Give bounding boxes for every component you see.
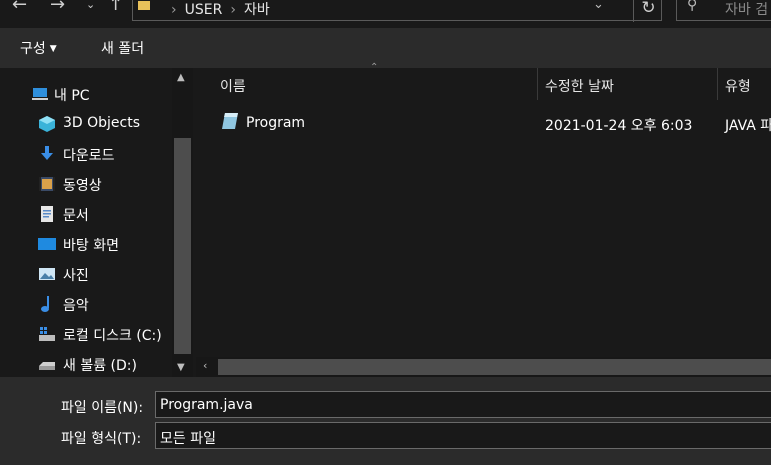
scroll-down-icon[interactable]: ▼ xyxy=(177,362,185,373)
sidebar-item-label: 사진 xyxy=(63,268,89,284)
sidebar-item-label: 문서 xyxy=(63,208,89,224)
caret-down-icon: ▼ xyxy=(49,44,57,54)
sidebar-item-label: 3D Objects xyxy=(63,115,141,131)
filename-label: 파일 이름(N): xyxy=(61,400,144,416)
filetype-select[interactable]: 모든 파일 xyxy=(155,422,771,449)
video-icon xyxy=(39,177,55,191)
file-date-modified: 2021-01-24 오후 6:03 xyxy=(545,118,693,134)
column-divider[interactable] xyxy=(717,68,718,100)
sidebar-item-new-volume-d[interactable]: 새 볼륨 (D:) xyxy=(0,350,172,378)
organize-button[interactable]: 구성 ▼ xyxy=(20,38,57,58)
file-type: JAVA 파 xyxy=(725,118,771,134)
scrollbar-thumb[interactable] xyxy=(174,138,191,354)
sidebar-item-label: 새 볼륨 (D:) xyxy=(63,358,137,374)
horizontal-scrollbar[interactable]: ‹ xyxy=(196,357,771,377)
pc-icon xyxy=(32,88,48,100)
sidebar-item-label: 음악 xyxy=(63,298,89,314)
address-dropdown-chevron-down-icon[interactable]: ⌄ xyxy=(593,0,604,12)
folder-icon xyxy=(138,1,150,10)
scroll-left-icon[interactable]: ‹ xyxy=(203,359,207,372)
sidebar-item-pictures[interactable]: 사진 xyxy=(0,260,172,288)
breadcrumb-item-user[interactable]: USER xyxy=(185,2,223,18)
sidebar-item-label: 바탕 화면 xyxy=(63,238,119,254)
table-row[interactable]: Program 2021-01-24 오후 6:03 JAVA 파 xyxy=(196,108,771,136)
save-panel: 파일 이름(N): Program.java 파일 형식(T): 모든 파일 xyxy=(0,377,771,465)
address-bar[interactable]: › USER › 자바 ⌄ ↻ xyxy=(132,0,663,22)
new-folder-button[interactable]: 새 폴더 xyxy=(101,38,144,58)
recent-locations-chevron-down-icon[interactable]: ⌄ xyxy=(86,0,95,11)
file-name: Program xyxy=(246,115,306,131)
column-header-name[interactable]: 이름 xyxy=(220,76,246,108)
sidebar-item-downloads[interactable]: 다운로드 xyxy=(0,140,172,168)
forward-icon[interactable]: → xyxy=(50,0,65,15)
address-toolbar: ← → ⌄ ↑ › USER › 자바 ⌄ ↻ ⚲ 자바 검 xyxy=(0,0,771,28)
breadcrumb-item-java[interactable]: 자바 xyxy=(244,2,270,18)
sidebar-item-label: 동영상 xyxy=(63,178,102,194)
filename-value: Program.java xyxy=(160,397,253,413)
filetype-value: 모든 파일 xyxy=(160,431,216,447)
cube-icon xyxy=(39,116,55,132)
sidebar-item-label: 로컬 디스크 (C:) xyxy=(63,328,162,344)
sidebar-item-3d-objects[interactable]: 3D Objects xyxy=(0,110,172,138)
search-box[interactable]: ⚲ 자바 검 xyxy=(676,0,771,21)
search-placeholder: 자바 검 xyxy=(725,2,769,18)
disk-icon xyxy=(39,327,55,341)
navigation-pane: 내 PC 3D Objects 다운로드 동영상 문서 바탕 화면 사진 음악 … xyxy=(0,68,196,377)
sidebar-item-label: 다운로드 xyxy=(63,148,115,164)
scroll-up-icon[interactable]: ▲ xyxy=(177,72,185,83)
sidebar-item-music[interactable]: 음악 xyxy=(0,290,172,318)
filename-field[interactable]: Program.java xyxy=(155,391,771,418)
organize-label: 구성 xyxy=(20,41,46,57)
sidebar-item-local-disk-c[interactable]: 로컬 디스크 (C:) xyxy=(0,320,172,348)
breadcrumb-separator: › xyxy=(171,2,177,18)
breadcrumb-separator: › xyxy=(230,2,236,18)
column-divider[interactable] xyxy=(537,68,538,100)
sidebar-item-documents[interactable]: 문서 xyxy=(0,200,172,228)
breadcrumb: › USER › 자바 xyxy=(163,0,270,19)
search-icon: ⚲ xyxy=(687,0,698,13)
java-file-icon xyxy=(222,113,238,129)
music-icon xyxy=(41,296,49,312)
sidebar-item-this-pc[interactable]: 내 PC xyxy=(0,80,172,108)
back-icon[interactable]: ← xyxy=(12,0,27,15)
command-bar: 구성 ▼ 새 폴더 xyxy=(0,28,771,68)
sidebar-item-desktop[interactable]: 바탕 화면 xyxy=(0,230,172,258)
drive-icon xyxy=(39,362,55,370)
column-header-date-modified[interactable]: 수정한 날짜 xyxy=(545,76,614,108)
up-icon[interactable]: ↑ xyxy=(108,0,123,15)
column-header-type[interactable]: 유형 xyxy=(725,76,751,108)
download-icon xyxy=(41,146,53,160)
sort-ascending-icon: ⌃ xyxy=(370,62,379,73)
filetype-label: 파일 형식(T): xyxy=(61,431,142,447)
navigation-scrollbar[interactable]: ▲ ▼ xyxy=(172,68,193,377)
desktop-icon xyxy=(38,238,56,250)
file-list: ⌃ 이름 수정한 날짜 유형 Program 2021-01-24 오후 6:0… xyxy=(196,62,771,377)
sidebar-item-label: 내 PC xyxy=(54,88,90,104)
refresh-icon[interactable]: ↻ xyxy=(633,0,663,22)
sidebar-item-videos[interactable]: 동영상 xyxy=(0,170,172,198)
document-icon xyxy=(41,206,53,222)
scrollbar-thumb[interactable] xyxy=(218,359,771,375)
picture-icon xyxy=(39,268,55,280)
